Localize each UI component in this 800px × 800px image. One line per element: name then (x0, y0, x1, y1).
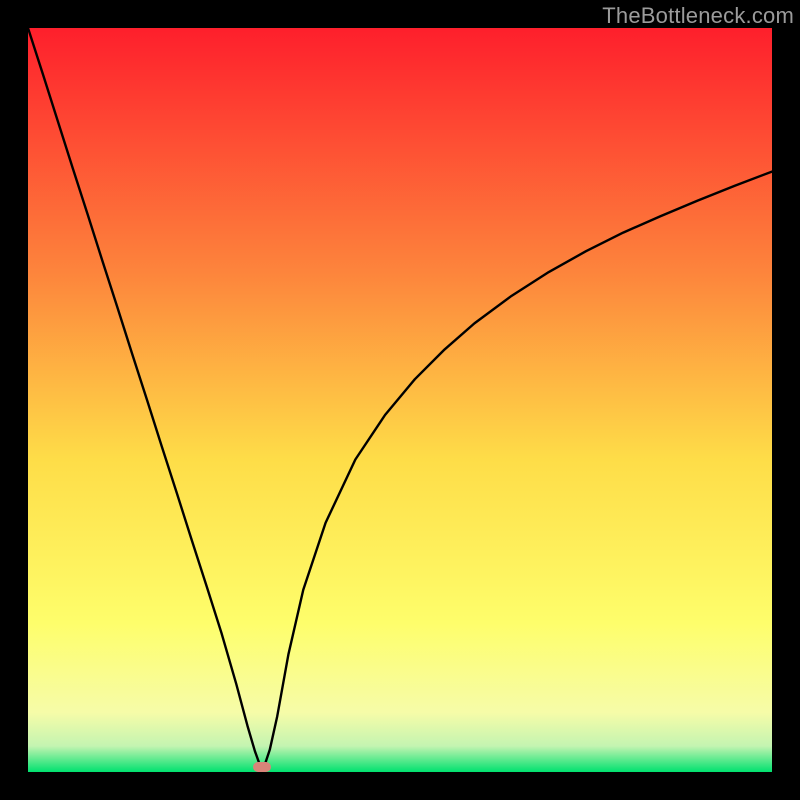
optimum-marker (253, 762, 271, 772)
bottleneck-chart (28, 28, 772, 772)
chart-frame (28, 28, 772, 772)
watermark-text: TheBottleneck.com (602, 3, 794, 29)
gradient-background (28, 28, 772, 772)
